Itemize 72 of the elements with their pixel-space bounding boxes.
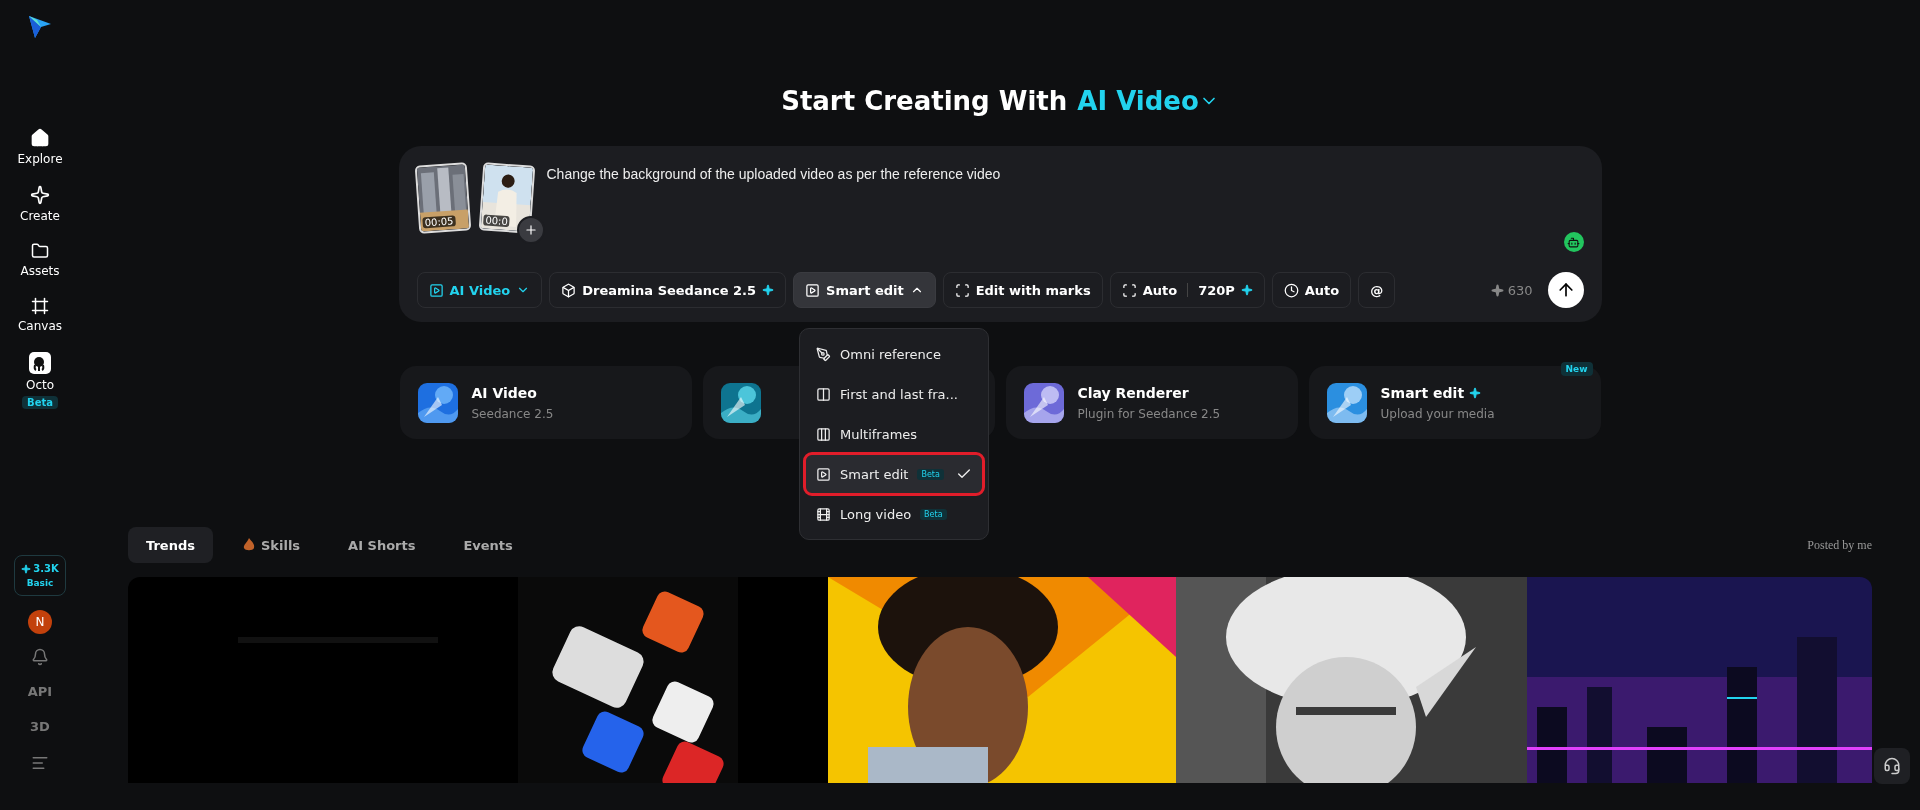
nav-item[interactable]: Create xyxy=(20,185,60,223)
add-button[interactable] xyxy=(516,216,545,244)
menu-item[interactable]: Smart edit Beta xyxy=(806,455,982,493)
page-title: Start Creating With xyxy=(781,86,1068,116)
folder-icon xyxy=(31,242,49,260)
video-thumbnail[interactable]: 00:05 xyxy=(414,162,471,234)
nav-link[interactable]: 3D xyxy=(30,719,50,734)
posted-by-me-filter[interactable]: Posted by me xyxy=(1807,537,1872,553)
menu-icon[interactable] xyxy=(31,754,49,772)
option-button[interactable]: Auto xyxy=(1271,272,1352,308)
sparkle-icon xyxy=(1240,284,1253,296)
card-subtitle: Upload your media xyxy=(1380,406,1495,421)
nav-item[interactable]: Explore xyxy=(17,128,63,166)
tab[interactable]: Skills xyxy=(224,527,319,563)
card-subtitle: Seedance 2.5 xyxy=(471,406,554,421)
frame-icon xyxy=(31,297,49,315)
home-icon xyxy=(30,128,50,148)
beta-badge: Beta xyxy=(920,508,947,520)
send-button[interactable] xyxy=(1547,272,1584,308)
frame-icon xyxy=(1121,282,1137,298)
option-button[interactable]: AI Video xyxy=(416,272,543,308)
credit-cost: 630 xyxy=(1507,282,1533,298)
tab[interactable]: AI Shorts xyxy=(330,527,434,563)
nav-item[interactable]: Octo Beta xyxy=(22,352,58,409)
plus-icon xyxy=(523,223,538,237)
columns-icon xyxy=(816,386,831,402)
headset-icon xyxy=(1883,757,1901,775)
credits-button[interactable]: 3.3K Basic xyxy=(14,555,66,596)
sparkle-icon xyxy=(1490,283,1504,297)
feature-card[interactable]: AI Video Seedance 2.5 xyxy=(399,366,692,439)
sparkle-icon xyxy=(762,284,775,296)
nav-link[interactable]: API xyxy=(27,684,53,699)
sparkle-icon xyxy=(21,563,32,574)
play-icon xyxy=(805,282,821,298)
option-button[interactable]: @ xyxy=(1358,272,1396,308)
prompt-text[interactable]: Change the background of the uploaded video as per the reference video xyxy=(546,164,1001,272)
option-button[interactable]: Auto 720P xyxy=(1109,272,1265,308)
new-badge: New xyxy=(1560,362,1593,376)
play-icon xyxy=(816,466,831,482)
feature-card[interactable]: Clay Renderer Plugin for Seedance 2.5 xyxy=(1005,366,1298,439)
menu-item[interactable]: Long video Beta xyxy=(806,495,982,533)
option-button[interactable]: Edit with marks xyxy=(942,272,1103,308)
menu-item[interactable]: Omni reference xyxy=(806,335,982,373)
nav-item[interactable]: Canvas xyxy=(17,297,62,333)
clock-icon xyxy=(1283,282,1299,298)
bell-icon[interactable] xyxy=(31,648,49,666)
support-button[interactable] xyxy=(1874,748,1910,784)
menu-item[interactable]: First and last fra... xyxy=(806,375,982,413)
card-title: AI Video xyxy=(471,384,537,401)
scan-icon xyxy=(954,282,970,298)
card-subtitle: Plugin for Seedance 2.5 xyxy=(1077,406,1221,421)
tab[interactable]: Trends xyxy=(128,527,213,563)
beta-badge: Beta xyxy=(22,396,58,409)
nav-item[interactable]: Assets xyxy=(20,242,60,278)
card-title: Clay Renderer xyxy=(1077,384,1189,401)
octopus-icon xyxy=(29,352,51,374)
option-button[interactable]: Smart edit xyxy=(793,272,936,308)
film-icon xyxy=(816,506,831,522)
sparkle-icon xyxy=(30,185,50,205)
beta-badge: Beta xyxy=(917,468,944,480)
play-icon xyxy=(428,282,444,298)
video-thumbnail[interactable]: 00:0 xyxy=(478,162,535,234)
bot-icon[interactable] xyxy=(1563,232,1584,252)
pen-icon xyxy=(816,346,831,362)
mode-selector[interactable]: AI Video xyxy=(1077,86,1219,116)
avatar[interactable]: N xyxy=(28,610,52,634)
tab[interactable]: Events xyxy=(445,527,531,563)
option-button[interactable]: Dreamina Seedance 2.5 xyxy=(549,272,787,308)
columns-icon xyxy=(816,426,831,442)
menu-item[interactable]: Multiframes xyxy=(806,415,982,453)
cube-icon xyxy=(561,282,577,298)
card-title: Smart edit xyxy=(1380,384,1465,401)
